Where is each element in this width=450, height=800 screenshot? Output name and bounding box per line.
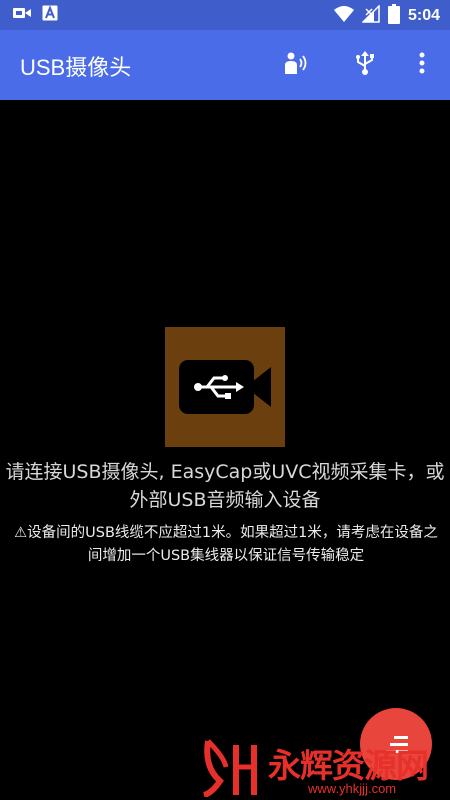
screen: 5:04 USB摄像头 请连接USB摄像头, EasyCap或UVC视频采集卡，… xyxy=(0,0,450,800)
usb-cable-warning: ⚠设备间的USB线缆不应超过1米。如果超过1米，请考虑在设备之间增加一个USB集… xyxy=(14,525,438,564)
watermark-logo-icon xyxy=(202,737,266,800)
status-time: 5:04 xyxy=(407,7,440,24)
app-title: USB摄像头 xyxy=(20,55,132,80)
usb-icon xyxy=(354,50,376,80)
status-bar-left xyxy=(12,5,58,25)
watermark-url: www.yhkjjj.com xyxy=(308,781,397,796)
video-call-icon xyxy=(12,5,32,25)
more-options-button[interactable] xyxy=(407,50,437,80)
status-bar-right: 5:04 xyxy=(333,4,440,28)
signal-icon xyxy=(361,4,380,27)
connect-device-message: 请连接USB摄像头, EasyCap或UVC视频采集卡，或外部USB音频输入设备 xyxy=(5,461,445,511)
watermark-text: 永辉资源网 xyxy=(268,746,429,785)
app-bar: USB摄像头 xyxy=(0,30,450,100)
more-vert-icon xyxy=(419,52,425,78)
speak-icon xyxy=(282,51,308,79)
usb-button[interactable] xyxy=(350,50,380,80)
wifi-icon xyxy=(333,5,354,27)
battery-icon xyxy=(387,4,400,28)
watermark: 永辉资源网 www.yhkjjj.com xyxy=(198,735,450,800)
speak-button[interactable] xyxy=(280,50,310,80)
status-bar: 5:04 xyxy=(0,0,450,30)
usb-camera-placeholder xyxy=(165,327,285,447)
usb-camera-icon xyxy=(165,360,285,451)
a-badge-icon xyxy=(42,5,58,25)
